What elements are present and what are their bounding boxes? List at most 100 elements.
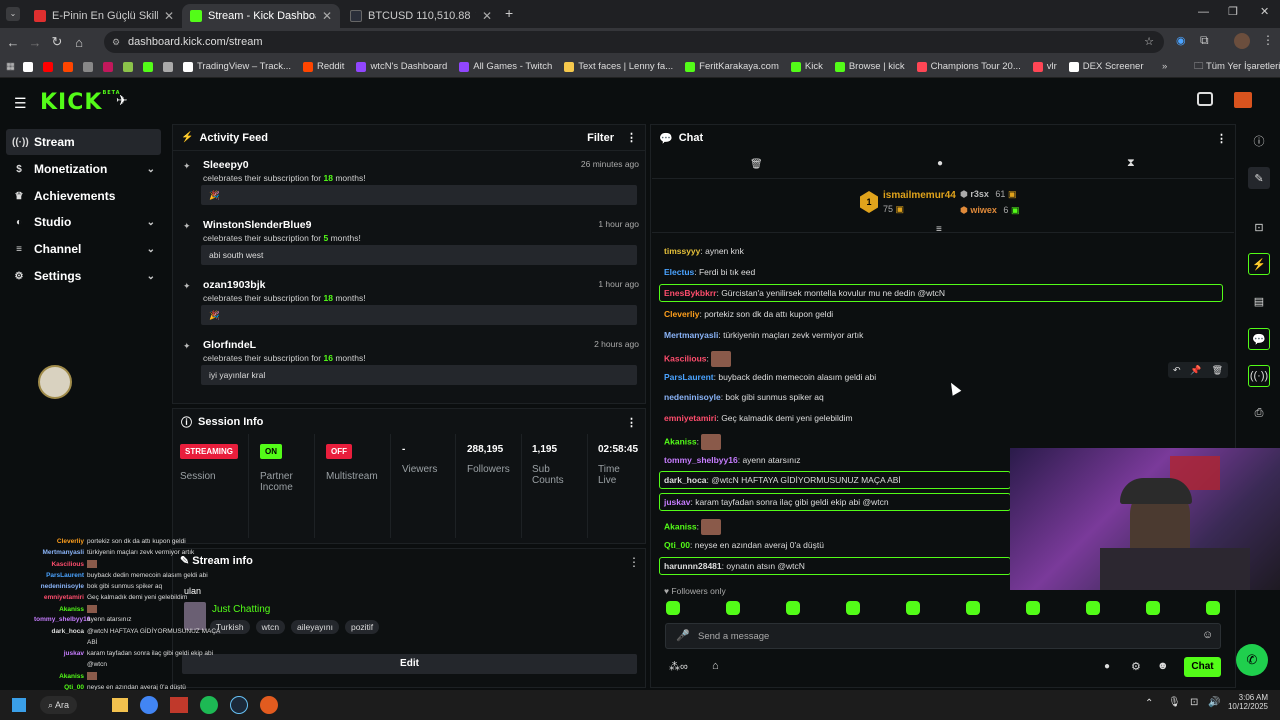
bookmark-item[interactable]: wtcN's Dashboard [356,61,447,72]
sidebar-item-achievements[interactable]: ♛ Achievements [6,183,161,209]
microphone-icon[interactable]: 🎤 [676,629,690,642]
close-tab-icon[interactable]: ✕ [482,9,492,23]
trash-icon[interactable]: 🗑 [750,159,763,170]
quick-emote-icon[interactable] [966,601,980,615]
chat-username[interactable]: harunnn28481 [664,561,722,571]
multistream-off-badge[interactable]: OFF [326,444,352,459]
chat-message[interactable]: harunnn28481: oynatın atsın @wtcN [664,561,805,571]
quick-emote-icon[interactable] [726,601,740,615]
browser-menu-icon[interactable]: ⋮ [1262,33,1274,47]
chat-username[interactable]: Akaniss [664,521,697,531]
tab-btcusd[interactable]: BTCUSD 110,510.88 ▼ −0,23% ✕ [342,4,500,28]
activity-username[interactable]: GlorfındeL [203,339,256,351]
chat-username[interactable]: timssyyy [664,246,700,256]
close-tab-icon[interactable]: ✕ [322,9,332,23]
send-chat-button[interactable]: Chat [1184,657,1221,677]
activity-username[interactable]: WinstonSlenderBlue9 [203,219,311,231]
stream-tag[interactable]: wtcn [255,620,286,634]
tab-pindirim[interactable]: E-Pinin En Güçlü Skilli - Pindirim ✕ [26,4,182,28]
youtube-bookmark-icon[interactable] [42,61,53,72]
quick-actions-icon[interactable]: ⚡ [1248,253,1270,275]
url-field[interactable]: ⚙ dashboard.kick.com/stream ☆ [104,31,1164,53]
app-icon[interactable] [170,697,188,713]
chat-bubble-icon[interactable]: ● [937,158,943,169]
chat-message[interactable]: nedeninisoyle: bok gibi sunmus spiker aq [664,392,824,402]
site-bookmark-icon[interactable] [82,61,93,72]
chat-message[interactable]: Akaniss: [664,434,722,450]
site-info-icon[interactable]: ⚙ [112,31,120,53]
chat-username[interactable]: juskav [664,497,690,507]
reply-icon[interactable]: ↶ [1173,365,1181,376]
taskbar-search[interactable]: ⌕ Ara [40,696,78,714]
sidebar-item-channel[interactable]: ≡ Channel ⌄ [6,236,161,262]
maximize-icon[interactable]: ❐ [1228,5,1238,18]
user-avatar[interactable] [1234,92,1252,108]
quick-emote-icon[interactable] [786,601,800,615]
profile-avatar[interactable] [1234,33,1250,49]
chat-message[interactable]: timssyyy: aynen knk [664,246,744,256]
print-icon[interactable]: ⎙ [1248,402,1270,424]
leaderboard-third[interactable]: ⬢ wiwex 6 ▣ [960,205,1019,216]
chat-message[interactable]: emniyetamiri: Geç kalmadık demi yeni gel… [664,413,853,423]
leaderboard-first-user[interactable]: ismailmemur44 [883,190,956,201]
broadcast-rail-icon[interactable]: ((·)) [1248,365,1270,387]
chat-username[interactable]: Cleverliy [664,309,699,319]
sidebar-item-studio[interactable]: ◐ Studio ⌄ [6,209,161,235]
reddit-bookmark-icon[interactable] [62,61,73,72]
more-options-icon[interactable]: ⋮ [628,555,640,569]
site-bookmark-icon[interactable] [102,61,113,72]
quick-emote-icon[interactable] [1026,601,1040,615]
quick-emote-icon[interactable] [666,601,680,615]
steam-icon[interactable] [230,696,248,714]
delete-icon[interactable]: 🗑 [1212,365,1223,376]
extensions-puzzle-icon[interactable]: ⧉ [1200,33,1209,48]
hourglass-icon[interactable]: ⧗ [1127,157,1135,170]
leaderboard-second[interactable]: ⬢ r3sx 61 ▣ [960,189,1016,200]
chat-username[interactable]: Mertmanyasli [664,330,718,340]
tray-expand-icon[interactable]: ⌃ [1145,698,1153,709]
emoji-icon[interactable]: ☺ [1202,629,1213,641]
bookmark-star-icon[interactable]: ☆ [1144,31,1154,53]
chat-message[interactable]: Kascilious: [664,351,732,367]
chat-message[interactable]: ParsLaurent: buyback dedin memecoin alas… [664,372,876,382]
quick-emote-icon[interactable] [846,601,860,615]
bookmark-item[interactable]: vlr [1032,61,1057,72]
close-window-icon[interactable]: ✕ [1260,5,1269,18]
chat-username[interactable]: EnesBykbkrr [664,288,716,298]
activity-username[interactable]: Sleeepy0 [203,159,249,171]
points-icon[interactable]: ⁂∞ [669,660,688,673]
spotify-icon[interactable] [200,696,218,714]
site-bookmark-icon[interactable] [122,61,133,72]
chrome-icon[interactable] [140,696,158,714]
chat-rail-icon[interactable]: 💬 [1248,328,1270,350]
chat-message[interactable]: Akaniss: [664,519,722,535]
volume-icon[interactable]: 🔊 [1208,697,1220,708]
chat-username[interactable]: nedeninisoyle [664,392,721,402]
reload-icon[interactable]: ↻ [46,34,68,50]
microphone-tray-icon[interactable]: 🎙 [1168,697,1181,708]
chat-message[interactable]: Mertmanyasli: türkiyenin maçları zevk ve… [664,330,863,340]
menu-hamburger-icon[interactable]: ☰ [14,95,27,112]
file-explorer-icon[interactable] [112,698,128,712]
close-tab-icon[interactable]: ✕ [164,9,174,23]
quick-emote-icon[interactable] [1206,601,1220,615]
quick-emote-icon[interactable] [906,601,920,615]
bookmark-item[interactable]: FeritKarakaya.com [685,61,779,72]
bookmark-item[interactable]: DEX Screener [1068,61,1144,72]
store-icon[interactable]: ⌂ [712,660,719,672]
site-bookmark-icon[interactable] [142,61,153,72]
back-icon[interactable]: ← [2,35,24,50]
chat-username[interactable]: Qti_00 [664,540,690,550]
rocket-icon[interactable]: ✈ [116,92,128,109]
new-tab-icon[interactable]: + [505,5,513,21]
chat-message[interactable]: Electus: Ferdi bi tık eed [664,267,755,277]
edit-stream-button[interactable]: Edit [182,654,637,674]
chat-message-input[interactable]: 🎤 Send a message ☺ [665,623,1221,649]
info-icon[interactable]: ⓘ [1248,130,1270,152]
quick-emote-icon[interactable] [1086,601,1100,615]
chat-mode-icon[interactable]: ● [1104,661,1110,672]
chat-message[interactable]: Cleverliy: portekiz son dk da attı kupon… [664,309,833,319]
chat-message[interactable]: tommy_shelbyy16: ayenn atarsınız [664,455,801,465]
extension-icon[interactable]: ◉ [1176,34,1186,47]
tab-list-icon[interactable]: ⌄ [6,7,20,21]
